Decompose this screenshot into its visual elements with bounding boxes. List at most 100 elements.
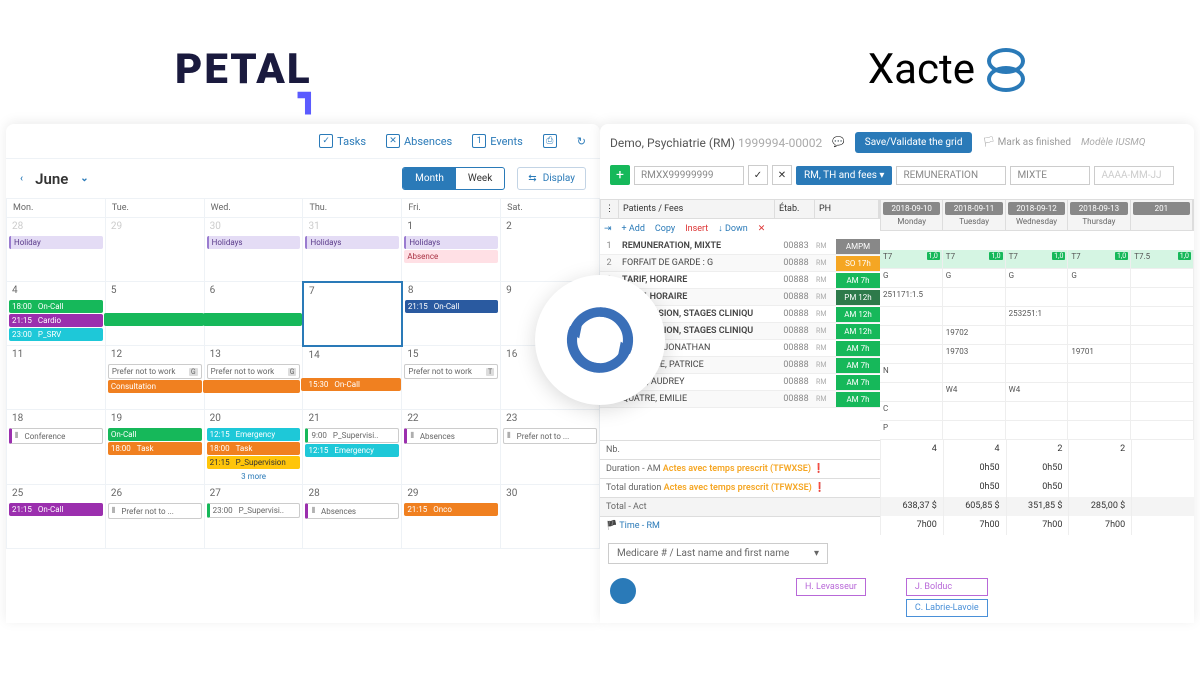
grid-cell[interactable] [1068, 383, 1131, 401]
grid-cell[interactable] [1131, 383, 1194, 401]
grid-cell[interactable] [1068, 421, 1131, 439]
event-consultation[interactable]: Consultation [108, 380, 202, 393]
grid-cell[interactable] [1131, 307, 1194, 325]
grid-cell[interactable]: 19702 [943, 326, 1006, 344]
calendar-cell[interactable]: 2921:15 Onco [402, 485, 501, 549]
event-holiday[interactable]: Holiday [9, 236, 103, 249]
grid-cell[interactable] [943, 402, 1006, 420]
event-consultation[interactable]: 15:30 On-Call [301, 378, 401, 391]
calendar-cell[interactable]: 13Prefer not to workG [204, 346, 303, 410]
chevron-down-icon[interactable]: ⌄ [80, 173, 88, 184]
event-srv[interactable]: 23:00 P_SRV [9, 328, 103, 341]
type-dropdown[interactable]: RM, TH and fees ▾ [796, 166, 892, 185]
save-validate-button[interactable]: Save/Validate the grid [855, 132, 973, 153]
grid-cell[interactable]: T71,0 [880, 250, 943, 268]
grid-cell[interactable]: G [880, 269, 943, 287]
calendar-cell[interactable]: 28Holiday [7, 218, 106, 282]
grid-cell[interactable]: 251171:1.5 [880, 288, 943, 306]
event-supervision[interactable]: 9:00 P_Supervisi.. [305, 428, 399, 443]
event-holiday[interactable]: Holidays [305, 236, 399, 249]
event-prefer-not[interactable]: ⦀ Prefer not to ... [503, 428, 597, 444]
event-prefer-not[interactable]: Prefer not to workG [108, 364, 202, 379]
grid-cell[interactable] [1131, 269, 1194, 287]
calendar-cell[interactable]: 6 [204, 282, 303, 346]
confirm-button[interactable]: ✓ [748, 165, 768, 185]
event-supervision[interactable]: 21:15 P_Supervision [207, 456, 301, 469]
grid-cell[interactable] [1068, 288, 1131, 306]
down-button[interactable]: ↓ Down [718, 223, 748, 234]
grid-cell[interactable] [1068, 402, 1131, 420]
avatar[interactable] [610, 578, 636, 604]
calendar-cell[interactable]: 11 [7, 346, 106, 410]
delete-button[interactable]: ✕ [758, 224, 766, 234]
grid-cell[interactable]: C [880, 402, 943, 420]
calendar-cell[interactable]: 20 12:15 Emergency 18:00 Task 21:15 P_Su… [204, 410, 303, 485]
grid-cell[interactable] [943, 288, 1006, 306]
calendar-cell[interactable]: 31Holidays [303, 218, 402, 282]
absences-button[interactable]: ✕Absences [386, 134, 452, 148]
calendar-cell[interactable]: 2521:15 On-Call [7, 485, 106, 549]
calendar-cell[interactable]: 5 [105, 282, 204, 346]
grid-cell[interactable]: T7.51,0 [1131, 250, 1194, 268]
calendar-cell[interactable]: 4 18:00 On-Call 21:15 Cardio 23:00 P_SRV [7, 282, 106, 346]
mixte-input[interactable]: MIXTE [1010, 166, 1090, 185]
grid-cell[interactable] [1131, 288, 1194, 306]
grid-cell[interactable] [1131, 402, 1194, 420]
event-oncall[interactable] [203, 313, 302, 326]
grid-cell[interactable]: T71,0 [1068, 250, 1131, 268]
grid-cell[interactable] [1006, 345, 1069, 363]
calendar-cell[interactable]: 18⦀ Conference [7, 410, 106, 485]
calendar-cell[interactable]: 30Holidays [204, 218, 303, 282]
date-input[interactable]: AAAA-MM-JJ [1094, 166, 1174, 185]
calendar-cell[interactable]: 14 15:30 On-Call [303, 346, 402, 410]
grid-cell[interactable] [943, 421, 1006, 439]
calendar-cell-today[interactable]: 7 [303, 282, 402, 346]
grid-cell[interactable]: N [880, 364, 943, 382]
grid-cell[interactable] [1131, 345, 1194, 363]
event-absences[interactable]: ⦀ Absences [404, 428, 498, 444]
grid-cell[interactable]: P [880, 421, 943, 439]
event-supervision[interactable]: 23:00 P_Supervisi.. [207, 503, 301, 518]
week-view-button[interactable]: Week [456, 168, 504, 189]
event-consultation[interactable] [203, 380, 301, 393]
grid-cell[interactable] [1068, 307, 1131, 325]
date-column-header[interactable]: 2018-09-11Tuesday [943, 200, 1005, 230]
event-emergency[interactable]: 12:15 Emergency [207, 428, 301, 441]
calendar-cell[interactable]: 23⦀ Prefer not to ... [501, 410, 600, 485]
date-column-header[interactable]: 2018-09-13Thursday [1068, 200, 1130, 230]
grid-cell[interactable]: G [1068, 269, 1131, 287]
calendar-cell[interactable]: 2 [501, 218, 600, 282]
event-oncall[interactable]: 18:00 On-Call [9, 300, 103, 313]
grid-cell[interactable] [1131, 421, 1194, 439]
event-absences[interactable]: ⦀ Absences [305, 503, 399, 519]
calendar-cell[interactable]: 26⦀ Prefer not to ... [105, 485, 204, 549]
calendar-cell[interactable]: 12Prefer not to workGConsultation [105, 346, 204, 410]
mark-finished-button[interactable]: 🏳 Mark as finished [982, 137, 1070, 148]
grid-cell[interactable]: 19701 [1068, 345, 1131, 363]
print-button[interactable]: ⎙ [543, 134, 557, 148]
view-toggle[interactable]: Month Week [402, 167, 505, 190]
row-menu-icon[interactable]: ⋮ [601, 200, 619, 218]
calendar-cell[interactable]: 28⦀ Absences [303, 485, 402, 549]
tasks-button[interactable]: ✓Tasks [319, 134, 366, 148]
month-selector[interactable]: ‹ June ⌄ [20, 170, 89, 188]
grid-row[interactable]: 3TARIF, HORAIRE00888RMAM 7h [600, 272, 880, 289]
add-button[interactable]: + Add [622, 224, 645, 234]
event-oncall[interactable]: 21:15 On-Call [405, 300, 498, 313]
grid-cell[interactable]: G [943, 269, 1006, 287]
grid-cell[interactable] [880, 383, 943, 401]
event-holiday[interactable]: Holidays [207, 236, 301, 249]
date-column-header[interactable]: 201 [1131, 200, 1193, 230]
grid-cell[interactable] [880, 307, 943, 325]
events-button[interactable]: 1Events [472, 134, 523, 148]
chevron-left-icon[interactable]: ‹ [20, 173, 23, 184]
grid-cell[interactable]: W4 [943, 383, 1006, 401]
date-column-header[interactable]: 2018-09-12Wednesday [1006, 200, 1068, 230]
grid-cell[interactable]: G [1006, 269, 1069, 287]
grid-cell[interactable] [1131, 326, 1194, 344]
grid-cell[interactable] [1006, 364, 1069, 382]
event-task[interactable]: 18:00 Task [207, 442, 301, 455]
event-absence[interactable]: Absence [404, 250, 498, 263]
grid-cell[interactable] [1006, 421, 1069, 439]
grid-cell[interactable] [1068, 326, 1131, 344]
